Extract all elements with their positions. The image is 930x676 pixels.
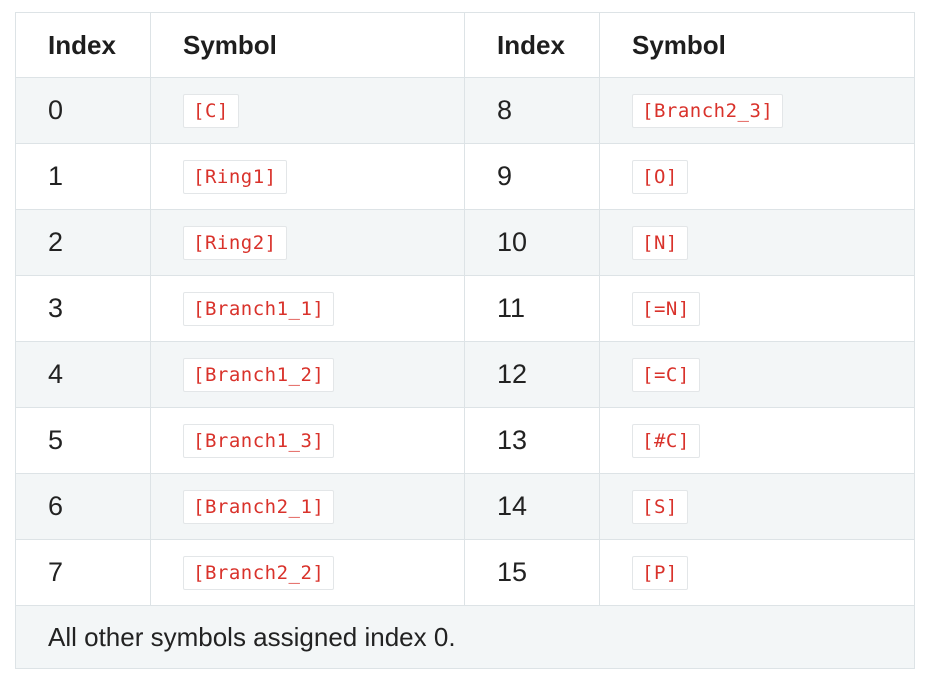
symbol-cell: [#C]: [599, 407, 915, 474]
index-cell: 10: [464, 209, 600, 276]
symbol-code: [N]: [632, 226, 688, 260]
header-index-left: Index: [15, 12, 151, 78]
symbol-cell: [Branch2_2]: [150, 539, 465, 606]
symbol-code: [#C]: [632, 424, 700, 458]
symbol-cell: [Branch2_1]: [150, 473, 465, 540]
table-row: 5 [Branch1_3] 13 [#C]: [15, 407, 915, 474]
symbol-cell: [Ring1]: [150, 143, 465, 210]
table-row: 7 [Branch2_2] 15 [P]: [15, 539, 915, 606]
symbol-cell: [Branch1_3]: [150, 407, 465, 474]
symbol-index-table: Index Symbol Index Symbol 0 [C] 8 [Branc…: [15, 12, 915, 669]
index-cell: 12: [464, 341, 600, 408]
index-cell: 7: [15, 539, 151, 606]
symbol-code: [Branch1_2]: [183, 358, 335, 392]
index-cell: 13: [464, 407, 600, 474]
index-cell: 1: [15, 143, 151, 210]
symbol-cell: [O]: [599, 143, 915, 210]
header-index-right: Index: [464, 12, 600, 78]
table-row: 2 [Ring2] 10 [N]: [15, 209, 915, 276]
symbol-index-table-container: Index Symbol Index Symbol 0 [C] 8 [Branc…: [15, 12, 915, 669]
table-footnote-row: All other symbols assigned index 0.: [15, 605, 915, 669]
table-footnote: All other symbols assigned index 0.: [15, 605, 915, 669]
index-cell: 6: [15, 473, 151, 540]
symbol-cell: [Branch1_2]: [150, 341, 465, 408]
index-cell: 5: [15, 407, 151, 474]
index-cell: 15: [464, 539, 600, 606]
symbol-code: [Branch2_1]: [183, 490, 335, 524]
index-cell: 8: [464, 77, 600, 144]
table-row: 4 [Branch1_2] 12 [=C]: [15, 341, 915, 408]
symbol-cell: [Branch2_3]: [599, 77, 915, 144]
index-cell: 11: [464, 275, 600, 342]
symbol-cell: [Branch1_1]: [150, 275, 465, 342]
table-header-row: Index Symbol Index Symbol: [15, 12, 915, 78]
index-cell: 4: [15, 341, 151, 408]
symbol-cell: [S]: [599, 473, 915, 540]
symbol-cell: [N]: [599, 209, 915, 276]
header-symbol-right: Symbol: [599, 12, 915, 78]
symbol-cell: [=C]: [599, 341, 915, 408]
symbol-cell: [C]: [150, 77, 465, 144]
index-cell: 2: [15, 209, 151, 276]
symbol-code: [P]: [632, 556, 688, 590]
header-symbol-left: Symbol: [150, 12, 465, 78]
symbol-code: [Branch1_1]: [183, 292, 335, 326]
table-row: 6 [Branch2_1] 14 [S]: [15, 473, 915, 540]
symbol-code: [Branch1_3]: [183, 424, 335, 458]
symbol-code: [Branch2_2]: [183, 556, 335, 590]
symbol-code: [Ring2]: [183, 226, 287, 260]
index-cell: 9: [464, 143, 600, 210]
table-row: 0 [C] 8 [Branch2_3]: [15, 77, 915, 144]
symbol-code: [S]: [632, 490, 688, 524]
symbol-cell: [=N]: [599, 275, 915, 342]
symbol-code: [=C]: [632, 358, 700, 392]
index-cell: 3: [15, 275, 151, 342]
index-cell: 0: [15, 77, 151, 144]
index-cell: 14: [464, 473, 600, 540]
symbol-code: [O]: [632, 160, 688, 194]
table-row: 3 [Branch1_1] 11 [=N]: [15, 275, 915, 342]
symbol-code: [=N]: [632, 292, 700, 326]
symbol-code: [Branch2_3]: [632, 94, 784, 128]
symbol-cell: [Ring2]: [150, 209, 465, 276]
symbol-code: [Ring1]: [183, 160, 287, 194]
table-row: 1 [Ring1] 9 [O]: [15, 143, 915, 210]
symbol-cell: [P]: [599, 539, 915, 606]
symbol-code: [C]: [183, 94, 239, 128]
